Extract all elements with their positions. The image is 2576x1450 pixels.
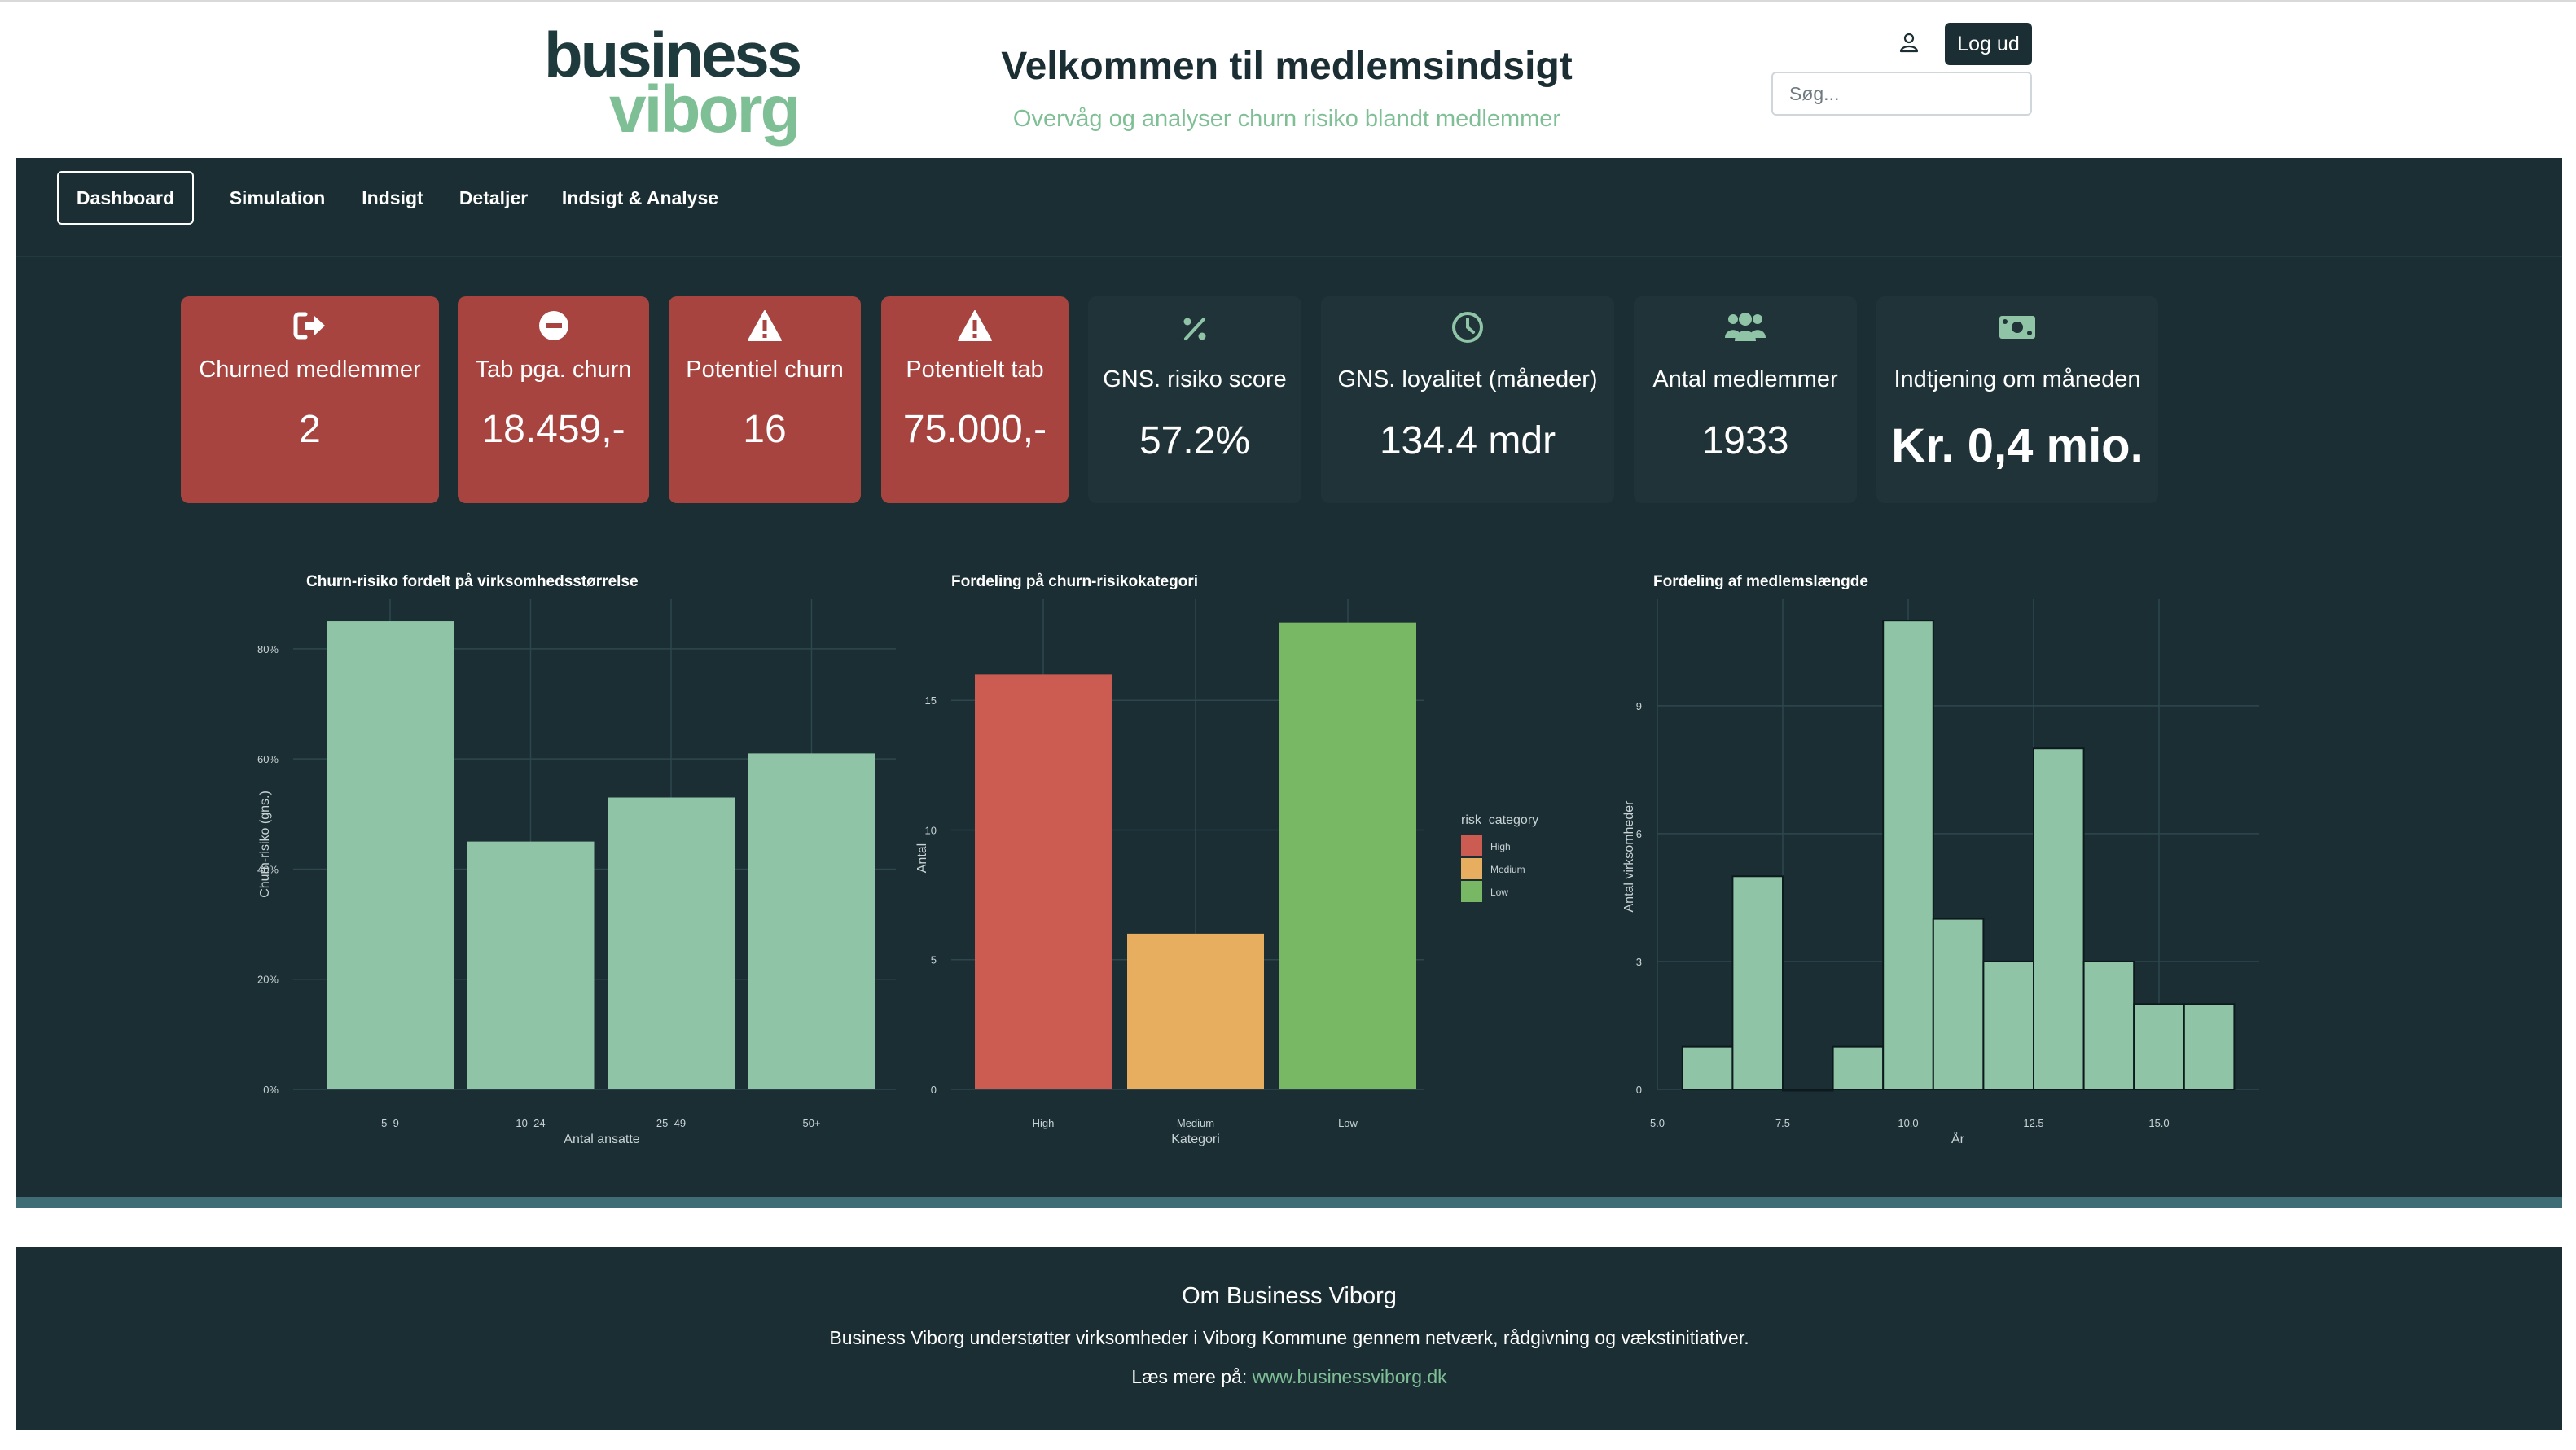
kpi-value: 2	[299, 408, 321, 451]
tab-detaljer[interactable]: Detaljer	[441, 171, 546, 225]
kpi-value: 18.459,-	[481, 408, 625, 451]
kpi-churn-loss: Tab pga. churn 18.459,-	[458, 296, 649, 503]
kpi-avg-loyalty: GNS. loyalitet (måneder) 134.4 mdr	[1321, 296, 1614, 503]
kpi-churned-members: Churned medlemmer 2	[181, 296, 439, 503]
money-icon	[1876, 313, 2158, 348]
logo-line-2: viborg	[609, 72, 801, 147]
warning-icon	[669, 309, 861, 345]
page-subtitle: Overvåg og analyser churn risiko blandt …	[1012, 106, 1561, 132]
page-title: Velkommen til medlemsindsigt	[1001, 45, 1573, 88]
kpi-potential-loss: Potentielt tab 75.000,-	[881, 296, 1069, 503]
kpi-label: Potentielt tab	[906, 357, 1044, 383]
footer-title: Om Business Viborg	[1182, 1283, 1397, 1309]
kpi-label: GNS. loyalitet (måneder)	[1337, 366, 1598, 392]
kpi-potential-churn: Potentiel churn 16	[669, 296, 861, 503]
kpi-label: GNS. risiko score	[1103, 366, 1287, 392]
nav-tabs: Dashboard Simulation Indsigt Detaljer In…	[16, 158, 2562, 257]
kpi-value: 1933	[1701, 419, 1789, 462]
percent-icon	[1088, 313, 1301, 348]
chart-title: Fordeling af medlemslængde	[1653, 573, 1868, 590]
chart-title: Fordeling på churn-risikokategori	[951, 573, 1198, 590]
footer-text: Business Viborg understøtter virksomhede…	[829, 1327, 1749, 1348]
tab-dashboard[interactable]: Dashboard	[57, 171, 194, 225]
kpi-value: 75.000,-	[902, 408, 1047, 451]
sign-out-icon	[181, 309, 439, 345]
main-bottom-bar	[16, 1197, 2562, 1208]
kpi-label: Churned medlemmer	[199, 357, 421, 383]
header: business viborg Velkommen til medlemsind…	[0, 0, 2576, 158]
kpi-value: 16	[743, 408, 787, 451]
kpi-value: Kr. 0,4 mio.	[1891, 419, 2144, 472]
kpi-label: Tab pga. churn	[475, 357, 632, 383]
business-viborg-logo[interactable]: business viborg	[544, 23, 805, 143]
kpi-label: Potentiel churn	[686, 357, 844, 383]
kpi-member-count: Antal medlemmer 1933	[1634, 296, 1857, 503]
footer: Om Business Viborg Business Viborg under…	[16, 1247, 2562, 1430]
kpi-value: 57.2%	[1139, 419, 1251, 462]
kpi-monthly-revenue: Indtjening om måneden Kr. 0,4 mio.	[1876, 296, 2158, 503]
tab-indsigt[interactable]: Indsigt	[344, 171, 441, 225]
clock-icon	[1321, 309, 1614, 345]
logout-button[interactable]: Log ud	[1945, 23, 2032, 65]
kpi-label: Indtjening om måneden	[1894, 366, 2141, 392]
tab-indsigt-analyse[interactable]: Indsigt & Analyse	[546, 171, 734, 225]
warning-icon	[881, 309, 1069, 345]
kpi-label: Antal medlemmer	[1652, 366, 1838, 392]
footer-more: Læs mere på: www.businessviborg.dk	[16, 1366, 2562, 1388]
footer-more-prefix: Læs mere på:	[1131, 1366, 1253, 1387]
minus-circle-icon	[458, 309, 649, 345]
search-input[interactable]	[1771, 72, 2032, 116]
user-icon[interactable]	[1898, 31, 1920, 54]
kpi-value: 134.4 mdr	[1379, 419, 1556, 462]
chart-title: Churn-risiko fordelt på virksomhedsstørr…	[306, 573, 639, 590]
footer-link[interactable]: www.businessviborg.dk	[1253, 1366, 1447, 1387]
tab-simulation[interactable]: Simulation	[210, 171, 344, 225]
users-icon	[1634, 311, 1857, 347]
kpi-avg-risk-score: GNS. risiko score 57.2%	[1088, 296, 1301, 503]
